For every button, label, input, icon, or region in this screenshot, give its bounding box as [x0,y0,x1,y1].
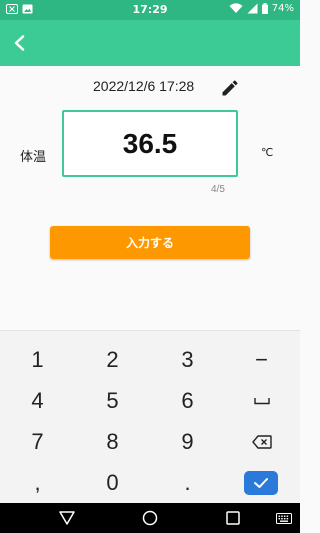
edit-datetime-button[interactable] [220,78,240,98]
key-9-label: 9 [181,428,194,454]
key-9[interactable]: 9 [150,421,225,462]
battery-icon [261,3,268,14]
key-6-label: 6 [181,387,194,413]
backspace-icon [251,434,272,449]
nav-keyboard-button[interactable] [274,509,294,527]
key-2-label: 2 [106,346,119,372]
datetime-text[interactable]: 2022/12/6 17:28 [93,78,194,94]
back-arrow-icon [14,35,25,51]
key-1[interactable]: 1 [0,339,75,380]
key-minus-label: − [255,346,268,372]
back-button[interactable] [6,29,34,57]
nav-home-button[interactable] [140,509,160,527]
key-backspace[interactable] [224,421,299,462]
check-icon [254,478,268,488]
key-6[interactable]: 6 [150,380,225,421]
datetime-row: 2022/12/6 17:28 [0,76,300,100]
key-comma[interactable]: , [0,462,75,503]
submit-button[interactable]: 入力する [50,226,250,259]
space-icon [253,397,270,404]
temp-input[interactable]: 36.5 [62,110,238,177]
wifi-icon [229,3,243,13]
key-2[interactable]: 2 [75,339,150,380]
key-4[interactable]: 4 [0,380,75,421]
submit-label: 入力する [125,236,174,250]
home-circle-icon [142,510,158,526]
keyboard-icon [276,512,292,524]
status-bar: 17:29 74% [0,0,300,20]
key-0-label: 0 [106,469,119,495]
key-space[interactable] [224,380,299,421]
key-period-label: . [184,469,191,495]
app-bar [0,20,300,66]
key-8-label: 8 [106,428,119,454]
pencil-icon [222,80,238,96]
key-7-label: 7 [31,428,44,454]
key-done[interactable] [244,471,278,495]
char-counter: 4/5 [211,184,225,195]
temp-label: 体温 [20,150,47,165]
key-minus[interactable]: − [224,339,299,380]
key-3-label: 3 [181,346,194,372]
key-4-label: 4 [31,387,44,413]
key-comma-label: , [34,469,41,495]
key-8[interactable]: 8 [75,421,150,462]
numeric-keyboard: 1 2 3 − 4 5 6 7 8 9 , 0 . [0,330,300,503]
key-5-label: 5 [106,387,119,413]
temp-unit: ℃ [261,146,274,159]
key-1-label: 1 [31,346,44,372]
key-0[interactable]: 0 [75,462,150,503]
key-7[interactable]: 7 [0,421,75,462]
signal-icon [247,3,258,14]
recents-square-icon [226,511,240,525]
nav-recents-button[interactable] [223,509,243,527]
battery-percent: 74% [271,3,294,14]
key-3[interactable]: 3 [150,339,225,380]
temp-value: 36.5 [122,127,178,159]
nav-back-button[interactable] [57,509,77,527]
status-right-icons: 74% [229,3,294,14]
key-5[interactable]: 5 [75,380,150,421]
nav-bar [0,503,300,533]
key-period[interactable]: . [150,462,225,503]
back-triangle-icon [59,511,75,525]
